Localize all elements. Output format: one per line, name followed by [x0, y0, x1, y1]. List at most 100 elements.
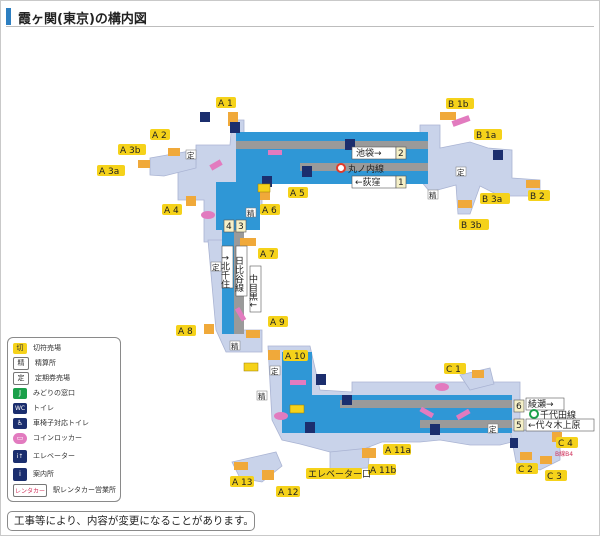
toilet-icon: WC — [13, 402, 27, 414]
exit-a1: A 1 — [218, 99, 233, 109]
c4-note: B線B4 — [555, 450, 573, 458]
wheelchair-toilet-icon: ♿ — [13, 417, 27, 429]
elevator-icon — [316, 374, 326, 385]
exit-a13: A 13 — [232, 478, 252, 488]
exit-b3b: B 3b — [461, 221, 482, 231]
exit-b1b: B 1b — [448, 100, 469, 110]
exit-c3: C 3 — [547, 472, 562, 482]
seisan-marker: 精 — [247, 208, 255, 218]
legend-label: 定期券売場 — [35, 374, 70, 382]
elevator-icon: i↑ — [13, 449, 27, 463]
legend-item-midori: J みどりの窓口 — [13, 386, 75, 400]
hibiya-north-label: ↑北千住 — [219, 254, 230, 289]
stairs-a10 — [268, 350, 280, 360]
exit-elevator: エレベーター口 — [308, 469, 371, 480]
teiki-marker: 定 — [457, 167, 465, 177]
stairs-a11 — [362, 448, 376, 458]
escalator-marunouchi — [268, 150, 282, 155]
exit-a8: A 8 — [178, 327, 193, 337]
exit-c4: C 4 — [558, 439, 573, 449]
chiyoda-rail-6 — [340, 400, 512, 408]
legend-item-seisan: 精 精算所 — [13, 356, 56, 370]
legend-item-rentacar: レンタカー 駅レンタカー営業所 — [13, 483, 116, 497]
teiki-marker: 定 — [187, 150, 195, 160]
exit-a10: A 10 — [285, 352, 306, 362]
exit-a9: A 9 — [270, 318, 285, 328]
hibiya-line-label: 日比谷線 — [233, 256, 244, 292]
exit-a3b: A 3b — [120, 146, 141, 156]
stairs-a2 — [168, 148, 180, 156]
seisan-marker: 精 — [258, 391, 266, 401]
teiki-marker: 定 — [489, 424, 497, 434]
exit-a11a: A 11a — [385, 446, 411, 456]
teiki-icon: 定 — [13, 371, 29, 385]
stairs-c2 — [520, 452, 532, 460]
track2-number: 2 — [398, 149, 404, 159]
legend-label: みどりの窓口 — [33, 389, 75, 397]
stairs-a12 — [262, 470, 274, 480]
exit-a11b: A 11b — [370, 466, 396, 476]
legend-item-locker: ▭ コインロッカー — [13, 431, 82, 445]
exit-b1a: B 1a — [476, 131, 496, 141]
ticket-machine-icon — [243, 362, 259, 372]
track5-direction: ←代々木上原 — [528, 419, 581, 431]
seisan-marker: 精 — [231, 341, 239, 351]
exit-a2: A 2 — [152, 131, 167, 141]
stairs-a4 — [186, 196, 196, 206]
coin-locker-icon — [435, 383, 449, 391]
exit-b3a: B 3a — [482, 195, 502, 205]
legend-label: 駅レンタカー営業所 — [53, 486, 116, 494]
exit-a3a: A 3a — [99, 167, 119, 177]
ticket-machine-icon: 切 — [13, 342, 27, 354]
elevator-icon — [230, 122, 240, 133]
legend-label: コインロッカー — [33, 434, 82, 442]
elevator-icon — [430, 424, 440, 435]
legend-panel: 切 切符売場 精 精算所 定 定期券売場 J みどりの窓口 WC トイレ ♿ 車… — [7, 337, 121, 502]
track4-number: 4 — [226, 222, 232, 232]
teiki-marker: 定 — [212, 262, 220, 272]
exit-a12: A 12 — [278, 488, 298, 498]
legend-label: 切符売場 — [33, 344, 61, 352]
seisan-marker: 精 — [429, 190, 437, 200]
notice-box: 工事等により、内容が変更になることがあります。 — [7, 511, 255, 531]
legend-label: 車椅子対応トイレ — [33, 419, 89, 427]
stairs-a9 — [246, 330, 260, 338]
midori-window-icon: J — [13, 387, 27, 399]
stairs-b1 — [440, 112, 456, 120]
legend-item-ticket: 切 切符売場 — [13, 341, 61, 355]
chiyoda-line-icon — [529, 409, 539, 419]
stairs-a8 — [204, 324, 214, 334]
exit-a7: A 7 — [260, 250, 275, 260]
stairs-a6 — [260, 192, 270, 200]
stairs-a13 — [234, 462, 248, 470]
stairs-b3 — [458, 200, 472, 208]
legend-label: トイレ — [33, 404, 54, 412]
exit-a6: A 6 — [262, 206, 277, 216]
info-icon: i — [13, 467, 27, 481]
legend-item-teiki: 定 定期券売場 — [13, 371, 70, 385]
marunouchi-line-icon — [336, 163, 346, 173]
track6-direction: 綾瀬→ — [528, 398, 554, 410]
exit-c1: C 1 — [446, 365, 461, 375]
legend-item-info: i 案内所 — [13, 467, 54, 481]
wheelchair-toilet-icon — [493, 150, 503, 160]
legend-label: 精算所 — [35, 359, 56, 367]
escalator-a10 — [290, 380, 306, 385]
elevator-icon — [305, 422, 315, 433]
track1-direction: ←荻窪 — [355, 176, 381, 188]
teiki-marker: 定 — [271, 366, 279, 376]
ticket-machine-icon — [289, 404, 305, 414]
track1-number: 1 — [398, 178, 404, 188]
stairs-a7 — [240, 238, 256, 246]
seisan-icon: 精 — [13, 356, 29, 370]
ticket-machine-icon — [257, 183, 271, 193]
track5-number: 5 — [516, 421, 522, 431]
coin-locker-icon — [201, 211, 215, 219]
exit-a4: A 4 — [164, 206, 179, 216]
elevator-icon — [302, 166, 312, 177]
legend-item-elevator: i↑ エレベーター — [13, 449, 75, 463]
exit-b2: B 2 — [530, 192, 545, 202]
stairs-b2 — [526, 180, 540, 188]
hibiya-south-label: 中目黒↓ — [247, 273, 258, 309]
legend-item-toilet: WC トイレ — [13, 401, 54, 415]
